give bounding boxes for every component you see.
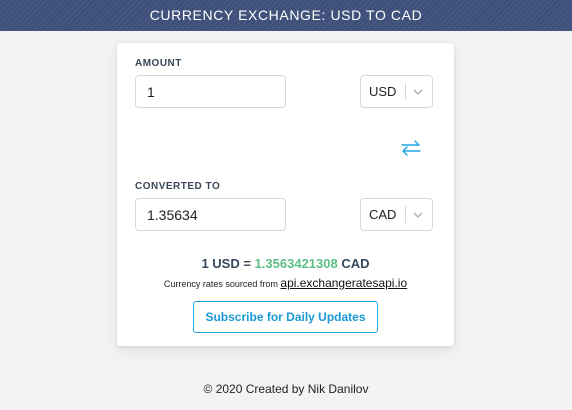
app-header: CURRENCY EXCHANGE: USD TO CAD [0,0,572,31]
to-currency-value: CAD [369,207,397,222]
converted-label: CONVERTED TO [135,181,221,192]
converted-input[interactable] [135,198,286,231]
source-link[interactable]: api.exchangeratesapi.io [280,276,407,290]
rate-value: 1.3563421308 [254,256,338,271]
chevron-down-icon[interactable] [411,86,425,98]
exchange-rate: 1 USD = 1.3563421308 CAD [117,256,454,271]
from-currency-value: USD [369,84,397,99]
rate-lhs: 1 USD = [201,256,251,271]
select-divider [405,83,406,100]
select-divider [405,206,406,223]
footer-credit: © 2020 Created by Nik Danilov [203,382,369,396]
converter-card: AMOUNT USD CONVERTED TO CAD 1 USD = 1.35… [117,43,454,346]
source-text: Currency rates sourced from [163,279,278,289]
page-title: CURRENCY EXCHANGE: USD TO CAD [149,7,423,23]
swap-arrows-icon[interactable] [399,138,423,158]
rate-unit: CAD [341,256,370,271]
rates-source: Currency rates sourced from api.exchange… [117,276,454,290]
from-currency-select[interactable]: USD [360,75,433,108]
chevron-down-icon[interactable] [411,209,425,221]
amount-input[interactable] [135,75,286,108]
amount-label: AMOUNT [135,58,182,69]
subscribe-button[interactable]: Subscribe for Daily Updates [193,301,378,333]
to-currency-select[interactable]: CAD [360,198,433,231]
